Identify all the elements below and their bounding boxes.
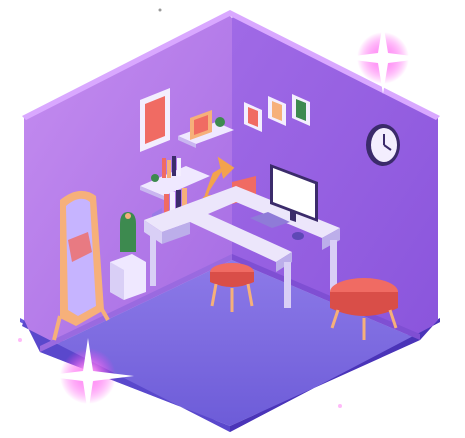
room-svg <box>18 8 440 432</box>
books-upper <box>162 158 166 178</box>
mouse <box>292 232 304 240</box>
shelf-plant <box>215 117 225 127</box>
desk-leg <box>150 232 156 286</box>
isometric-room-illustration <box>0 0 465 438</box>
shelf-plant-small <box>151 174 159 182</box>
dust-speck <box>158 8 162 12</box>
